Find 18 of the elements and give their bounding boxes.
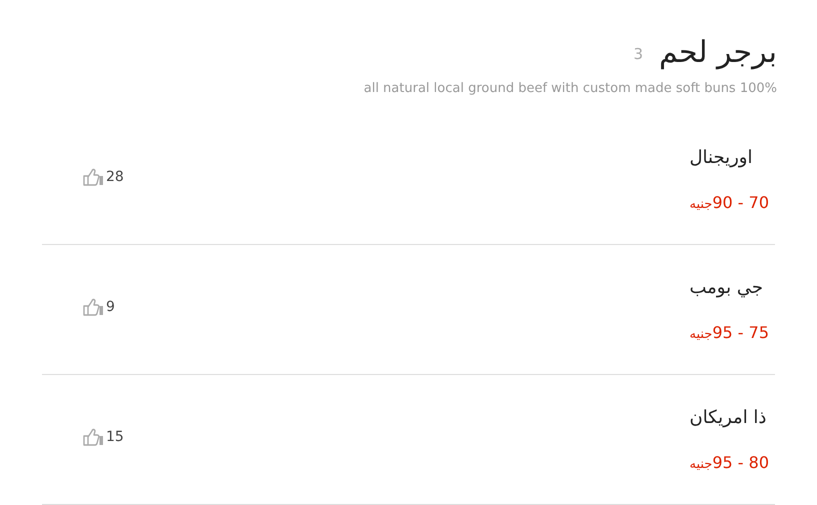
- currency-label: جنيه: [689, 326, 712, 344]
- item-name: اوريجنال: [689, 146, 752, 170]
- price-range: 70 - 90: [712, 192, 769, 214]
- like-count: 15: [106, 428, 124, 446]
- thumbs-up-icon: [82, 427, 104, 447]
- item-name: جي بومب: [689, 276, 763, 300]
- thumbs-up-icon: [82, 297, 104, 317]
- like-count: 9: [106, 298, 115, 316]
- like-count: 28: [106, 168, 124, 186]
- price-range: 80 - 95: [712, 452, 769, 474]
- price-range: 75 - 95: [712, 322, 769, 344]
- currency-label: جنيه: [689, 196, 712, 214]
- category-title: برجر لحم: [658, 34, 777, 72]
- category-description: all natural local ground beef with custom made soft buns 100%: [364, 80, 777, 98]
- currency-label: جنيه: [689, 456, 712, 474]
- item-name: ذا امريكان: [689, 406, 766, 430]
- item-count: 3: [633, 44, 643, 66]
- thumbs-up-icon: [82, 167, 104, 187]
